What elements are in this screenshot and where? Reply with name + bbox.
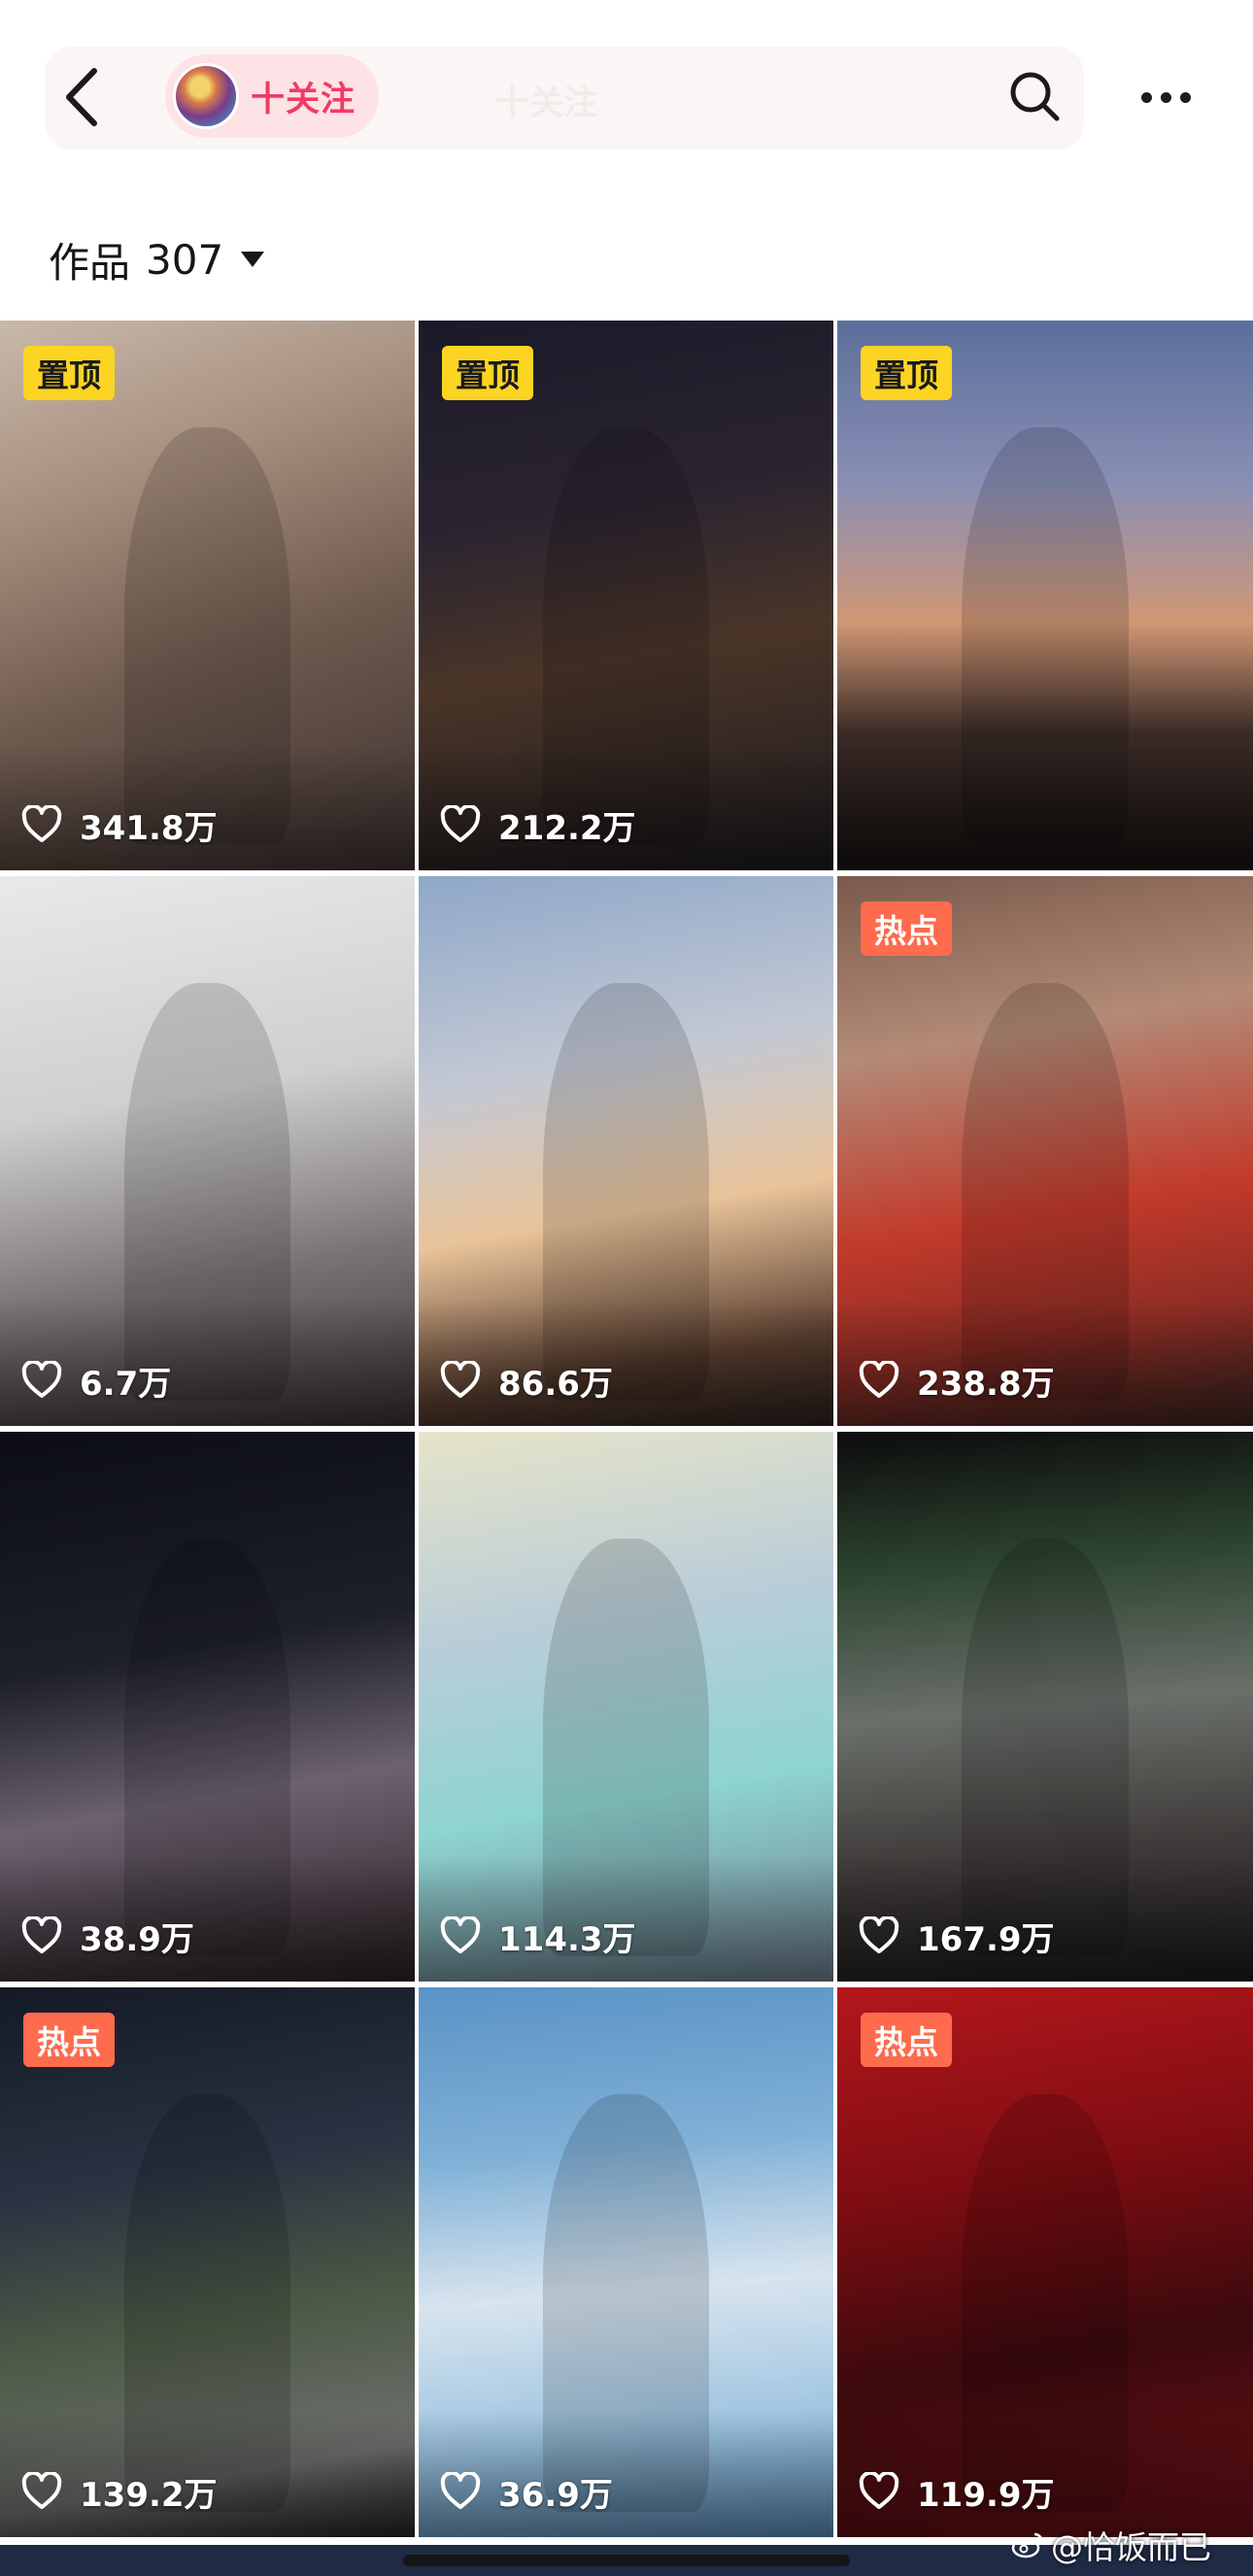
heart-icon: [440, 1916, 481, 1953]
video-tile[interactable]: 86.6万: [419, 876, 833, 1426]
works-label: 作品: [49, 238, 131, 287]
like-count-value: 114.3万: [498, 1919, 636, 1959]
video-tile[interactable]: 167.9万: [837, 1432, 1253, 1982]
like-count: 167.9万: [859, 1912, 1055, 1960]
heart-icon: [21, 1916, 62, 1953]
heart-icon: [859, 1361, 899, 1398]
like-count: 6.7万: [21, 1356, 171, 1405]
video-tile[interactable]: 6.7万: [0, 876, 415, 1426]
video-tile[interactable]: 36.9万: [419, 1987, 833, 2537]
trending-badge: 热点: [861, 901, 952, 956]
like-count-value: 212.2万: [498, 808, 636, 848]
like-count-value: 341.8万: [80, 808, 218, 848]
back-button[interactable]: [51, 60, 111, 134]
like-count: 341.8万: [21, 800, 218, 849]
like-count: 86.6万: [440, 1356, 613, 1405]
like-count-value: 6.7万: [80, 1364, 172, 1404]
video-tile[interactable]: 置顶 212.2万: [419, 321, 833, 870]
search-icon: [1010, 72, 1060, 121]
like-count-value: 36.9万: [498, 2475, 613, 2515]
follow-button[interactable]: 十关注: [165, 54, 379, 138]
like-count-value: 119.9万: [917, 2475, 1055, 2515]
heart-icon: [440, 805, 481, 842]
video-tile[interactable]: 热点 119.9万: [837, 1987, 1253, 2537]
like-count: 119.9万: [859, 2467, 1055, 2516]
chevron-left-icon: [66, 68, 97, 126]
heart-icon: [440, 1361, 481, 1398]
works-count: 307: [146, 235, 224, 284]
like-count-value: 167.9万: [917, 1919, 1055, 1959]
ghost-follow-label: 十关注: [495, 85, 598, 123]
like-count-value: 238.8万: [917, 1364, 1055, 1404]
like-count: 114.3万: [440, 1912, 636, 1960]
heart-icon: [21, 805, 62, 842]
pinned-badge: 置顶: [442, 346, 533, 400]
follow-label: 十关注: [251, 80, 356, 119]
works-filter[interactable]: 作品 307: [49, 225, 265, 293]
trending-badge: 热点: [23, 2013, 115, 2067]
heart-icon: [859, 2472, 899, 2509]
heart-icon: [859, 1916, 899, 1953]
home-indicator[interactable]: [403, 2555, 850, 2566]
heart-icon: [21, 2472, 62, 2509]
pinned-badge: 置顶: [861, 346, 952, 400]
like-count: 36.9万: [440, 2467, 613, 2516]
heart-icon: [21, 1361, 62, 1398]
video-tile[interactable]: 置顶 341.8万: [0, 321, 415, 870]
like-count: 38.9万: [21, 1912, 194, 1960]
avatar[interactable]: [173, 63, 239, 129]
weibo-icon: [1011, 2532, 1044, 2559]
like-count: 238.8万: [859, 1356, 1055, 1405]
like-count: 212.2万: [440, 800, 636, 849]
top-bar: 十关注 十关注: [0, 0, 1253, 185]
pinned-badge: 置顶: [23, 346, 115, 400]
video-tile[interactable]: 置顶: [837, 321, 1253, 870]
watermark: @恰饭而已: [1010, 2522, 1211, 2568]
like-count-value: 139.2万: [80, 2475, 218, 2515]
trending-badge: 热点: [861, 2013, 952, 2067]
heart-icon: [440, 2472, 481, 2509]
search-button[interactable]: [1006, 68, 1065, 126]
video-tile[interactable]: 38.9万: [0, 1432, 415, 1982]
more-dot-icon: [1140, 91, 1152, 103]
caret-down-icon: [241, 252, 265, 267]
watermark-text: @恰饭而已: [1051, 2528, 1211, 2566]
tile-gradient: [837, 744, 1253, 870]
more-button[interactable]: [1127, 68, 1204, 126]
video-tile[interactable]: 114.3万: [419, 1432, 833, 1982]
video-tile[interactable]: 热点 139.2万: [0, 1987, 415, 2537]
more-dot-icon: [1160, 91, 1171, 103]
video-tile[interactable]: 热点 238.8万: [837, 876, 1253, 1426]
more-dot-icon: [1179, 91, 1191, 103]
like-count-value: 38.9万: [80, 1919, 194, 1959]
like-count-value: 86.6万: [498, 1364, 613, 1404]
like-count: 139.2万: [21, 2467, 218, 2516]
